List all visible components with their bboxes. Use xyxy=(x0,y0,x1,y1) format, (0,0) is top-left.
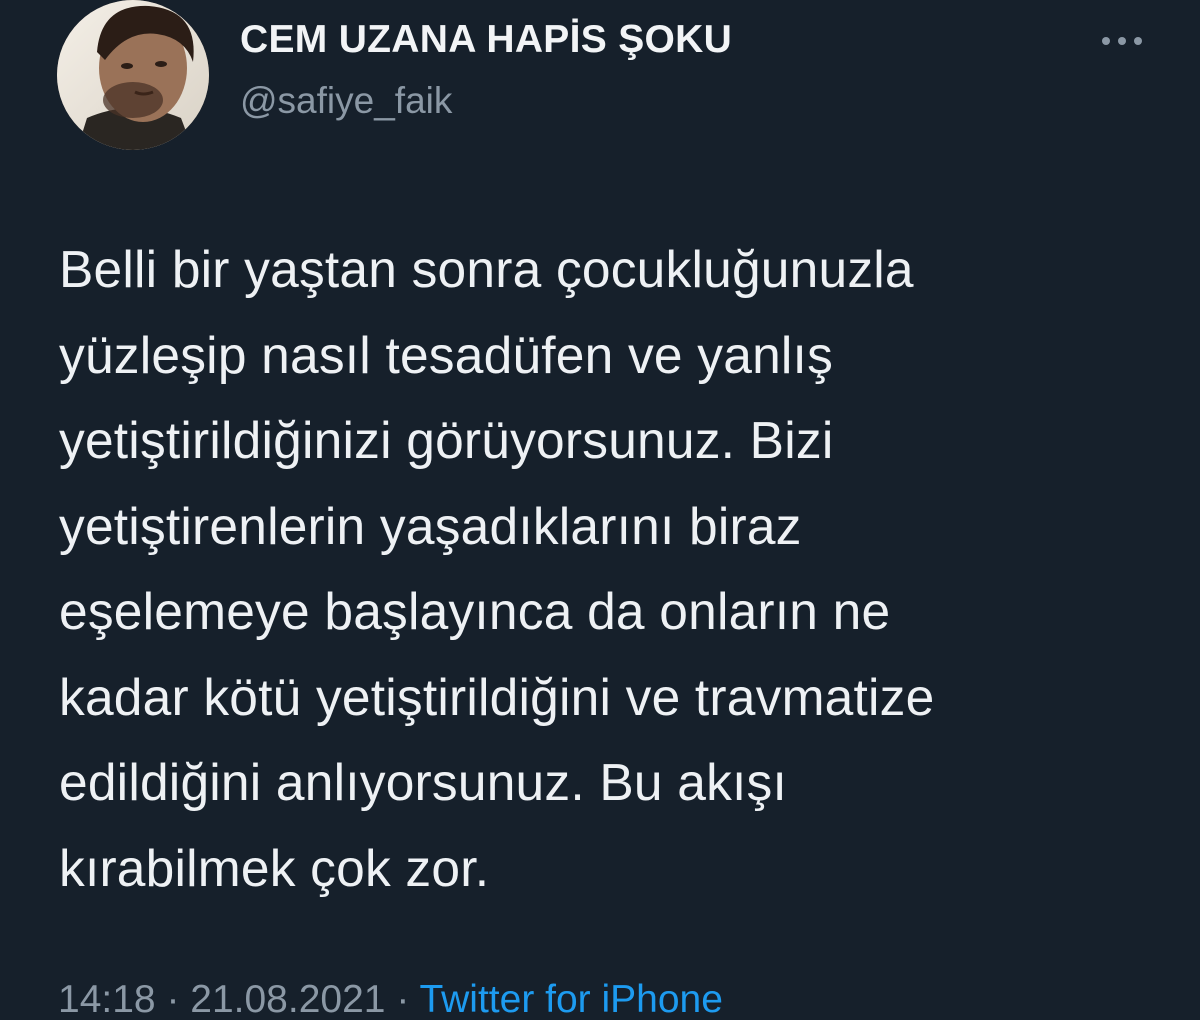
tweet-text: Belli bir yaştan sonra çocukluğunuzla yü… xyxy=(59,240,935,897)
author-handle[interactable]: @safiye_faik xyxy=(240,80,452,122)
more-options-icon xyxy=(1102,37,1142,45)
avatar[interactable] xyxy=(57,0,209,150)
tweet-card: CEM UZANA HAPİS ŞOKU @safiye_faik Belli … xyxy=(0,0,1200,1020)
tweet-meta: 14:18 · 21.08.2021 · Twitter for iPhone xyxy=(58,978,723,1020)
meta-separator: · xyxy=(155,978,191,1020)
more-options-button[interactable] xyxy=(1100,30,1144,52)
tweet-time[interactable]: 14:18 xyxy=(58,978,156,1020)
avatar-photo-icon xyxy=(57,0,209,150)
author-display-name[interactable]: CEM UZANA HAPİS ŞOKU xyxy=(240,18,732,62)
tweet-date[interactable]: 21.08.2021 xyxy=(190,978,385,1020)
meta-separator: · xyxy=(385,978,420,1020)
tweet-source-link[interactable]: Twitter for iPhone xyxy=(419,978,722,1020)
